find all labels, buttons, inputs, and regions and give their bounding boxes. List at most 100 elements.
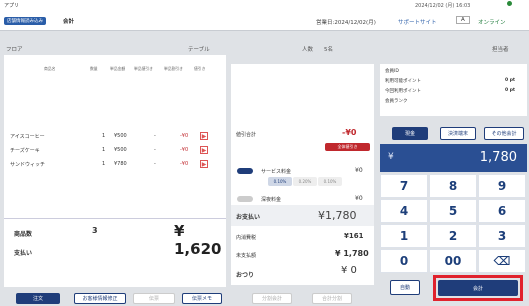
change-label: おつり (236, 272, 255, 279)
display-value: 1,780 (479, 150, 517, 165)
staff-label[interactable]: 担当者 (492, 45, 509, 53)
col-rate: 単品割引き (164, 66, 183, 71)
col-price: 単品金額 (110, 66, 126, 71)
people-count[interactable]: 5名 (324, 45, 333, 53)
col-qty: 数量 (90, 66, 98, 71)
yen-sign: ¥ (388, 152, 394, 162)
support-link[interactable]: サポートサイト (398, 18, 437, 26)
discount-label: 値引合計 (236, 132, 257, 138)
key-10[interactable]: 00 (429, 249, 477, 273)
key-6[interactable]: 1 (380, 224, 428, 248)
table-row[interactable]: サンドウィッチ 1 ¥780 - -¥0 ▶ (8, 160, 230, 176)
payment-label: 支払い (14, 250, 33, 257)
delete-icon[interactable]: ▶ (200, 146, 208, 154)
slip-memo-button[interactable]: 伝票メモ (182, 293, 222, 304)
item-qty: 1 (102, 147, 106, 153)
col-discount: 単品値引き (134, 66, 153, 71)
order-panel: 商品名 数量 単品金額 単品値引き 単品割引き 値引き アイスコーヒー 1 ¥5… (4, 55, 226, 287)
other-pay-tab[interactable]: その他会計 (484, 127, 524, 140)
item-count: 3 (92, 226, 98, 235)
key-11[interactable]: ⌫ (478, 249, 526, 273)
slip-button[interactable]: 伝票 (133, 293, 175, 304)
cash-tab[interactable]: 現金 (392, 127, 428, 140)
checkout-button[interactable]: 会計 (438, 280, 518, 296)
late-night-label: 深夜料金 (261, 197, 282, 203)
delete-icon[interactable]: ▶ (200, 132, 208, 140)
item-qty: 1 (102, 133, 106, 139)
network-icon (507, 1, 512, 6)
rate-option[interactable]: 0.10% (318, 177, 342, 186)
item-rate: -¥0 (180, 133, 189, 139)
item-rate: -¥0 (180, 147, 189, 153)
key-9[interactable]: 0 (380, 249, 428, 273)
tax-inner-value: ¥161 (344, 232, 364, 240)
order-button[interactable]: 注文 (16, 293, 60, 304)
member-id-label: 会員ID (385, 69, 399, 74)
key-1[interactable]: 8 (429, 174, 477, 198)
key-7[interactable]: 2 (429, 224, 477, 248)
service-value: ¥0 (355, 167, 363, 174)
totals-panel: 値引合計 -¥0 全体値引き サービス料金 ¥0 0.10% 0.20% 0.1… (231, 64, 374, 285)
key-2[interactable]: 9 (478, 174, 526, 198)
key-4[interactable]: 5 (429, 199, 477, 223)
item-discount: - (154, 133, 156, 139)
customer-edit-button[interactable]: お客様情報修正 (74, 293, 126, 304)
rate-option[interactable]: 0.10% (268, 177, 292, 186)
auto-button[interactable]: 自動 (390, 280, 420, 295)
divider (4, 218, 226, 219)
total-split-button[interactable]: 合計分割 (312, 293, 352, 304)
store-badge[interactable]: 店舗情報読み込み (4, 17, 46, 25)
key-5[interactable]: 6 (478, 199, 526, 223)
item-price: ¥500 (114, 133, 127, 139)
table-label[interactable]: テーブル (188, 45, 210, 53)
pay-value: ¥1,780 (318, 209, 357, 222)
amount-display: ¥ 1,780 (380, 144, 527, 172)
rate-option[interactable]: 0.20% (293, 177, 317, 186)
service-label: サービス料金 (261, 169, 292, 175)
language-button[interactable]: A (456, 16, 470, 24)
terminal-tab[interactable]: 決済端末 (440, 127, 476, 140)
points-available: 0 pt (505, 78, 516, 83)
item-discount: - (154, 161, 156, 167)
business-date: 営業日:2024/12/02(月) (316, 20, 376, 26)
item-price: ¥500 (114, 147, 127, 153)
late-night-toggle[interactable] (237, 196, 253, 202)
subtotal: ¥ 1,620 (174, 222, 222, 258)
item-name: チーズケーキ (10, 148, 40, 154)
page-title: 会計 (63, 19, 75, 25)
key-3[interactable]: 4 (380, 199, 428, 223)
info-row: フロア テーブル 人数 5名 担当者 (0, 42, 529, 53)
item-discount: - (154, 147, 156, 153)
late-night-value: ¥0 (355, 195, 363, 202)
table-row[interactable]: チーズケーキ 1 ¥500 - -¥0 ▶ (8, 146, 230, 162)
split-button[interactable]: 分割会計 (252, 293, 292, 304)
due-label: 未支払額 (236, 253, 257, 259)
item-price: ¥780 (114, 161, 127, 167)
all-discount-button[interactable]: 全体値引き (325, 143, 370, 151)
floor-label[interactable]: フロア (6, 45, 23, 53)
header: 店舗情報読み込み 会計 営業日:2024/12/02(月) サポートサイト A … (0, 11, 529, 31)
col-name: 商品名 (44, 66, 56, 71)
system-bar: アプリ 2024/12/02 (月) 16:03 (0, 0, 529, 11)
points-available-label: 利用可能ポイント (385, 79, 421, 84)
count-label: 商品数 (14, 231, 33, 238)
table-row[interactable]: アイスコーヒー 1 ¥500 - -¥0 ▶ (8, 132, 230, 148)
key-0[interactable]: 7 (380, 174, 428, 198)
item-name: サンドウィッチ (10, 162, 46, 168)
customer-panel: 会員ID 利用可能ポイント 0 pt 今回利用ポイント 0 pt 会員ランク (380, 64, 527, 116)
key-8[interactable]: 3 (478, 224, 526, 248)
points-used: 0 pt (505, 88, 516, 93)
member-rank-label: 会員ランク (385, 99, 408, 104)
tax-inner-label: 内消費税 (236, 235, 257, 241)
online-status: オンライン (478, 20, 506, 26)
discount-value: -¥0 (342, 128, 357, 137)
item-rate: -¥0 (180, 161, 189, 167)
people-label: 人数 (302, 47, 314, 53)
item-name: アイスコーヒー (10, 134, 45, 140)
item-qty: 1 (102, 161, 106, 167)
col-minus: 値引き (194, 66, 206, 71)
app-title: アプリ (4, 3, 20, 9)
due-value: ¥ 1,780 (335, 249, 369, 258)
delete-icon[interactable]: ▶ (200, 160, 208, 168)
service-toggle[interactable] (237, 168, 253, 174)
